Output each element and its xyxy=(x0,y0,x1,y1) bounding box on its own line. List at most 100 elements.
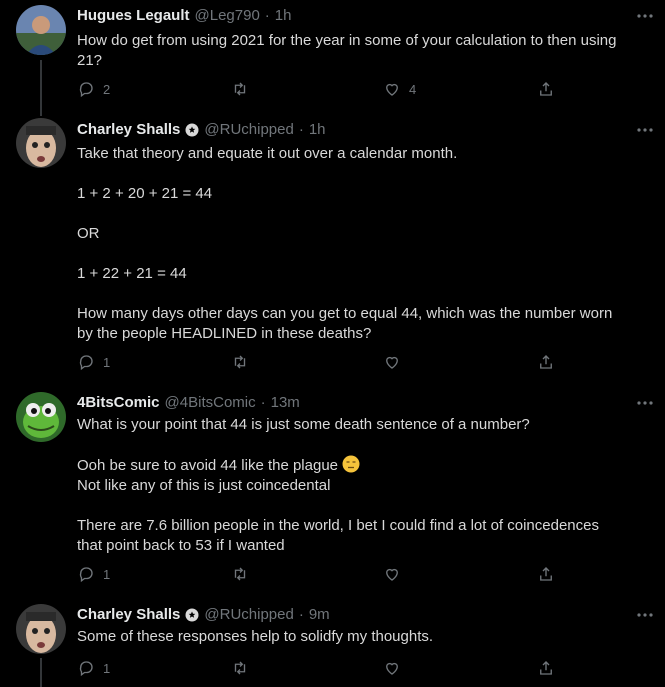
action-bar: 1 xyxy=(77,562,557,586)
like-button[interactable] xyxy=(383,562,409,586)
display-name[interactable]: Hugues Legault xyxy=(77,7,190,24)
retweet-icon xyxy=(234,355,246,369)
tweet[interactable]: Hugues Legault @Leg790 · 1h How do get f… xyxy=(0,0,665,112)
thread-line xyxy=(40,110,42,116)
reply-icon xyxy=(79,661,93,677)
tweet[interactable]: 4BitsComic @4BitsComic · 13m What is you… xyxy=(0,382,665,594)
more-icon[interactable] xyxy=(635,10,655,22)
timestamp[interactable]: 13m xyxy=(271,394,300,411)
action-bar: 1 xyxy=(77,350,557,374)
timestamp[interactable]: 1h xyxy=(275,7,292,24)
tweet-line: There are 7.6 billion people in the worl… xyxy=(77,517,599,534)
tweet-line xyxy=(77,496,652,516)
retweet-button[interactable] xyxy=(231,77,257,101)
separator: · xyxy=(260,394,266,411)
tweet-line: 1 + 22 + 21 = 44 xyxy=(77,265,187,282)
tweet-line: How many days other days can you get to … xyxy=(77,305,613,322)
share-icon xyxy=(540,567,552,581)
share-button[interactable] xyxy=(537,350,555,374)
thread-line xyxy=(40,658,42,687)
verified-badge-icon xyxy=(185,608,199,621)
avatar[interactable] xyxy=(16,392,66,442)
thread-line xyxy=(40,60,42,112)
tweet-line: 1 + 2 + 20 + 21 = 44 xyxy=(77,185,213,202)
heart-icon xyxy=(386,83,398,96)
reply-icon xyxy=(79,82,93,98)
tweet-line: that point back to 53 if I wanted xyxy=(77,537,285,554)
share-icon xyxy=(540,82,552,96)
display-name[interactable]: Charley Shalls xyxy=(77,606,180,623)
reply-button[interactable]: 2 xyxy=(77,77,110,101)
tweet-line: 21? xyxy=(77,52,103,69)
tweet-text: How do get from using 2021 for the year … xyxy=(77,31,652,71)
tweet-header: Charley Shalls @RUchipped · 9m xyxy=(77,606,330,623)
reply-button[interactable]: 1 xyxy=(77,350,110,374)
avatar[interactable] xyxy=(16,5,66,55)
heart-icon xyxy=(386,356,398,369)
avatar[interactable] xyxy=(16,118,66,168)
tweet-line xyxy=(77,435,652,455)
handle[interactable]: @RUchipped xyxy=(204,606,293,623)
reply-count: 1 xyxy=(103,660,111,676)
heart-icon xyxy=(386,662,398,675)
share-icon xyxy=(540,355,552,369)
reply-icon xyxy=(79,567,93,583)
display-name[interactable]: 4BitsComic xyxy=(77,394,160,411)
reply-count: 1 xyxy=(103,566,111,582)
like-button[interactable]: 4 xyxy=(383,77,416,101)
tweet-line: What is your point that 44 is just some … xyxy=(77,416,530,433)
handle[interactable]: @Leg790 xyxy=(195,7,260,24)
tweet-line xyxy=(77,204,652,224)
more-icon[interactable] xyxy=(635,609,655,621)
like-count: 4 xyxy=(409,81,417,97)
retweet-button[interactable] xyxy=(231,350,257,374)
tweet-line: by the people HEADLINED in these deaths? xyxy=(77,325,372,342)
reply-button[interactable]: 1 xyxy=(77,656,110,680)
tweet-line: How do get from using 2021 for the year … xyxy=(77,32,617,49)
share-button[interactable] xyxy=(537,77,555,101)
timestamp[interactable]: 9m xyxy=(309,606,330,623)
tweet[interactable]: Charley Shalls @RUchipped · 1h Take that… xyxy=(0,110,665,382)
retweet-button[interactable] xyxy=(231,656,257,680)
share-icon xyxy=(540,661,552,675)
retweet-button[interactable] xyxy=(231,562,257,586)
tweet-header: Charley Shalls @RUchipped · 1h xyxy=(77,121,326,138)
share-button[interactable] xyxy=(537,562,555,586)
reply-count: 1 xyxy=(103,354,111,370)
retweet-icon xyxy=(234,567,246,581)
tweet-line: OR xyxy=(77,225,100,242)
retweet-icon xyxy=(234,661,246,675)
retweet-icon xyxy=(234,82,246,96)
verified-badge-icon xyxy=(185,123,199,136)
tweet[interactable]: Charley Shalls @RUchipped · 9m Some of t… xyxy=(0,594,665,687)
separator: · xyxy=(298,606,304,623)
unamused-face-emoji xyxy=(342,455,360,473)
reply-icon xyxy=(79,355,93,371)
tweet-text: What is your point that 44 is just some … xyxy=(77,415,652,556)
more-icon[interactable] xyxy=(635,124,655,136)
tweet-line: Take that theory and equate it out over … xyxy=(77,145,458,162)
handle[interactable]: @RUchipped xyxy=(204,121,293,138)
tweet-text: Take that theory and equate it out over … xyxy=(77,144,652,344)
reply-button[interactable]: 1 xyxy=(77,562,110,586)
like-button[interactable] xyxy=(383,350,409,374)
like-button[interactable] xyxy=(383,656,409,680)
avatar[interactable] xyxy=(16,604,66,654)
handle[interactable]: @4BitsComic xyxy=(165,394,256,411)
display-name[interactable]: Charley Shalls xyxy=(77,121,180,138)
tweet-text: Some of these responses help to solidfy … xyxy=(77,627,652,647)
heart-icon xyxy=(386,568,398,581)
tweet-line: Some of these responses help to solidfy … xyxy=(77,628,434,645)
share-button[interactable] xyxy=(537,656,555,680)
separator: · xyxy=(264,7,270,24)
tweet-header: 4BitsComic @4BitsComic · 13m xyxy=(77,394,300,411)
tweet-line xyxy=(77,244,652,264)
tweet-header: Hugues Legault @Leg790 · 1h xyxy=(77,7,291,24)
tweet-line xyxy=(77,284,652,304)
tweet-line: Ooh be sure to avoid 44 like the plague xyxy=(77,455,652,476)
timestamp[interactable]: 1h xyxy=(309,121,326,138)
tweet-line xyxy=(77,164,652,184)
more-icon[interactable] xyxy=(635,397,655,409)
reply-count: 2 xyxy=(103,81,111,97)
action-bar: 1 xyxy=(77,656,557,680)
